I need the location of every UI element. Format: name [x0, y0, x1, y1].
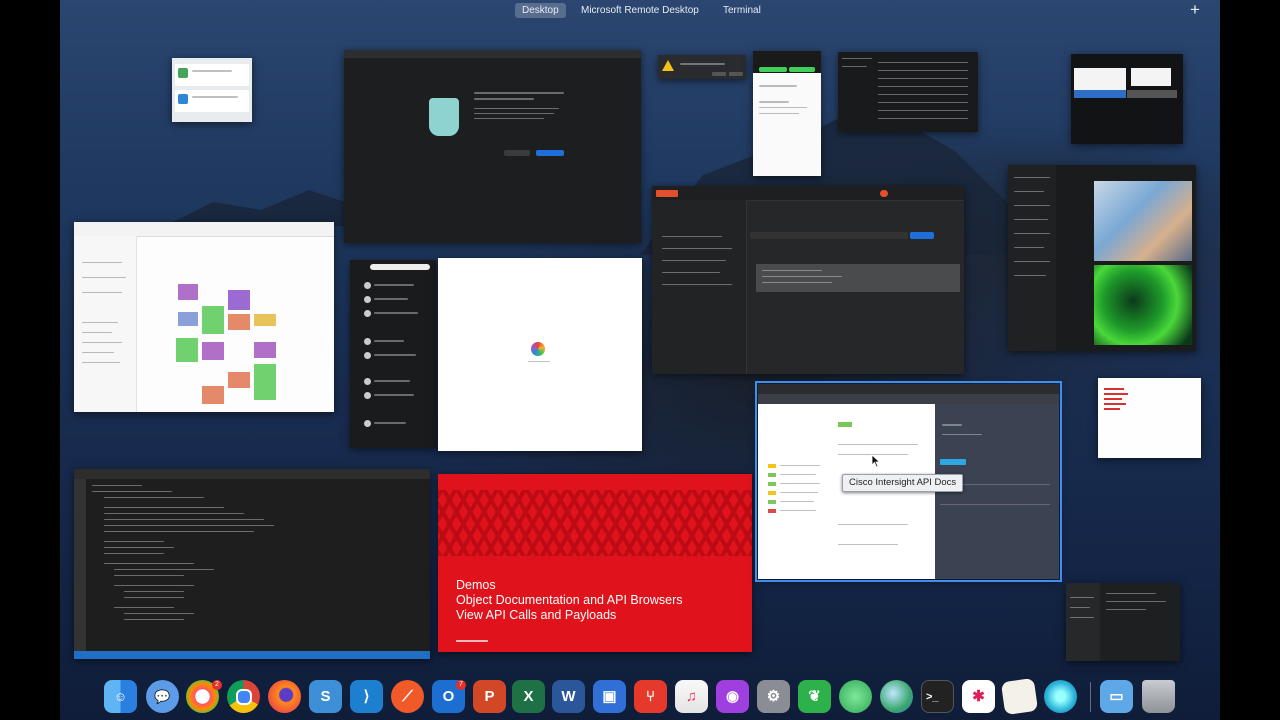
video-feed-participant [1094, 181, 1192, 261]
music-icon[interactable]: ♫ [675, 680, 708, 713]
notes-icon[interactable] [1000, 677, 1039, 716]
maps-icon[interactable] [880, 680, 913, 713]
window-terminal-table[interactable] [838, 52, 978, 132]
system-preferences-icon[interactable]: ⚙ [757, 680, 790, 713]
url-input[interactable] [750, 232, 908, 239]
evernote-icon[interactable]: ❦ [798, 680, 831, 713]
spaces-bar: Desktop Microsoft Remote Desktop Termina… [0, 0, 1280, 22]
window-postman[interactable] [652, 186, 964, 374]
send-button[interactable] [910, 232, 934, 239]
messages-icon[interactable]: 💬 [146, 680, 179, 713]
finder-icon[interactable]: ☺ [104, 680, 137, 713]
secondary-button[interactable] [504, 150, 530, 156]
outlook-badge: 7 [456, 680, 466, 690]
window-video-call[interactable] [1008, 165, 1196, 351]
slide-line-2: Object Documentation and API Browsers [456, 593, 683, 607]
window-outlook-calendar[interactable] [74, 222, 334, 412]
illustration-icon [429, 98, 459, 136]
window-alert[interactable] [658, 55, 746, 79]
window-vscode[interactable] [74, 469, 430, 659]
window-presentation-slide[interactable]: Demos Object Documentation and API Brows… [438, 474, 752, 652]
window-terminal-small[interactable] [1066, 583, 1180, 661]
window-webex-loading[interactable] [438, 258, 642, 451]
trash-icon[interactable] [1142, 680, 1175, 713]
window-webex-teams[interactable] [350, 260, 436, 448]
git-icon[interactable]: ⑂ [634, 680, 667, 713]
window-mobile-app[interactable] [753, 51, 821, 176]
video-feed-stage [1094, 265, 1192, 345]
slack-icon[interactable]: ✱ [962, 680, 995, 713]
chrome-icon[interactable] [227, 680, 260, 713]
remote-desktop-icon[interactable]: ▣ [593, 680, 626, 713]
jabber-icon[interactable] [1044, 680, 1077, 713]
window-remote-session[interactable] [1071, 54, 1183, 144]
downloads-folder-icon[interactable]: ▭ [1100, 680, 1133, 713]
space-desktop[interactable]: Desktop [515, 3, 566, 18]
space-terminal[interactable]: Terminal [716, 3, 768, 18]
try-it-button[interactable] [940, 459, 966, 465]
webex-teams-icon[interactable] [839, 680, 872, 713]
slide-title: Demos [456, 578, 496, 592]
word-icon[interactable]: W [552, 680, 585, 713]
search-input[interactable] [370, 264, 430, 270]
notification-badge: 2 [212, 680, 222, 690]
window-title-tooltip: Cisco Intersight API Docs [842, 474, 964, 492]
mouse-cursor-icon [871, 454, 881, 468]
warning-icon [662, 60, 674, 71]
status-bar [74, 651, 430, 659]
space-microsoft-remote-desktop[interactable]: Microsoft Remote Desktop [574, 3, 706, 18]
dock-separator [1090, 682, 1091, 712]
podcasts-icon[interactable]: ◉ [716, 680, 749, 713]
vscode-icon[interactable]: ⟩ [350, 680, 383, 713]
window-notification-center[interactable] [172, 58, 252, 122]
terminal-icon[interactable]: >_ [921, 680, 954, 713]
plus-icon[interactable]: + [1190, 1, 1200, 19]
slide-line-3: View API Calls and Payloads [456, 608, 617, 622]
powerpoint-icon[interactable]: P [473, 680, 506, 713]
safari-icon[interactable]: ⟋ [391, 680, 424, 713]
primary-button[interactable] [536, 150, 564, 156]
firefox-icon[interactable] [268, 680, 301, 713]
scrivener-icon[interactable]: S [309, 680, 342, 713]
window-dark-dialog[interactable] [344, 50, 641, 243]
window-text-editor[interactable] [1098, 378, 1201, 458]
slide-pattern [438, 490, 752, 556]
excel-icon[interactable]: X [512, 680, 545, 713]
